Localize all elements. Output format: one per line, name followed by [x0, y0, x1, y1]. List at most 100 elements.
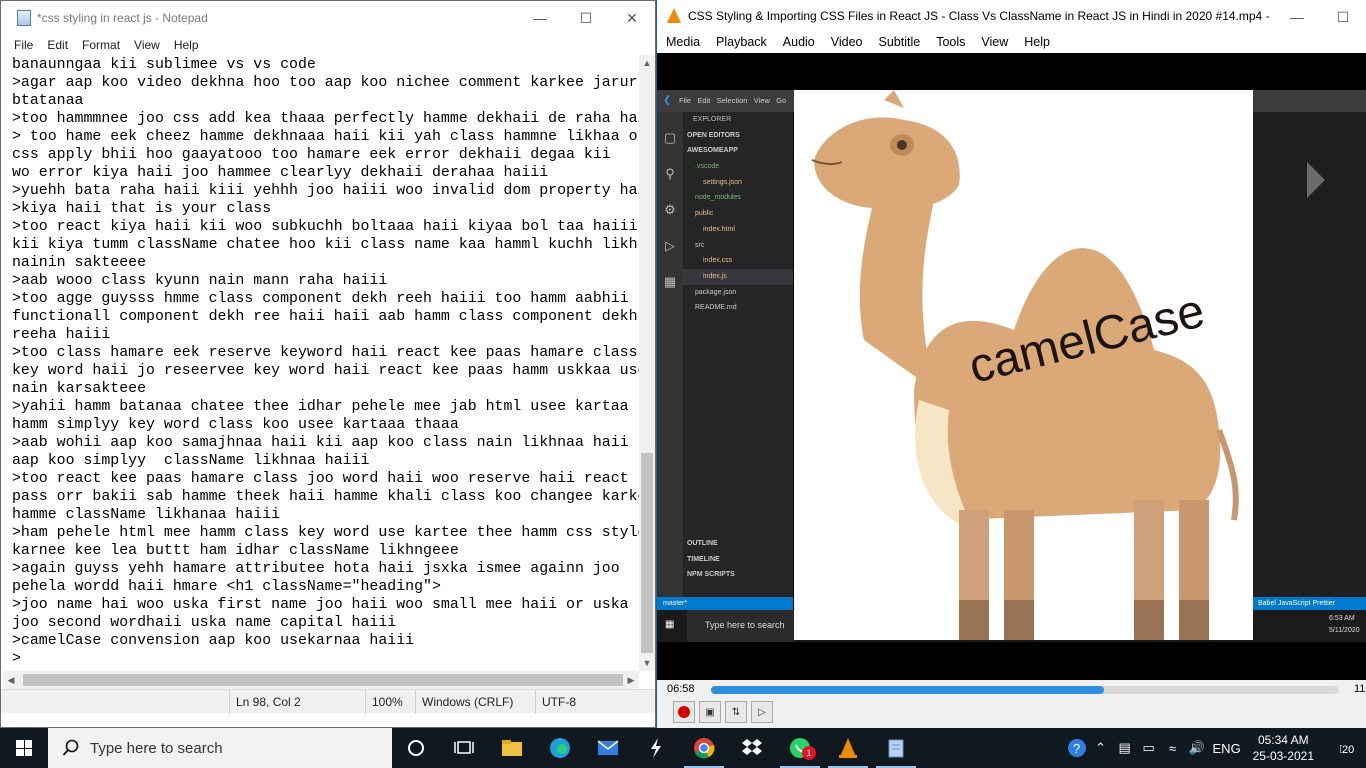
taskbar-search-box[interactable]: Type here to search — [48, 728, 392, 768]
taskbar-file-explorer[interactable] — [488, 728, 536, 768]
vscode-logo-icon: ❮ — [663, 95, 672, 106]
taskbar-vlc[interactable] — [824, 728, 872, 768]
volume-icon: 🔊 — [1188, 740, 1205, 755]
vscode-explorer: EXPLORER OPEN EDITORS AWESOMEAPP .vscode… — [683, 112, 793, 635]
vlc-menu-video[interactable]: Video — [823, 31, 871, 53]
horizontal-scroll-thumb[interactable] — [23, 674, 623, 686]
chevron-up-icon: ⌃ — [1095, 740, 1107, 755]
menu-edit[interactable]: Edit — [40, 35, 75, 55]
line-ending: Windows (CRLF) — [415, 690, 535, 714]
explorer-item: .vscode — [695, 163, 720, 171]
explorer-header: EXPLORER — [693, 116, 732, 123]
taskbar-mail[interactable] — [584, 728, 632, 768]
menu-file[interactable]: File — [1, 35, 40, 55]
action-center-button[interactable]: □ 20 — [1322, 728, 1366, 768]
inner-clock-time: 6:53 AM — [1329, 615, 1355, 622]
horizontal-scrollbar[interactable]: ◀ ▶ — [3, 671, 639, 689]
vscode-activity-bar: ▢ ⚲ ⚙ ▷ ▦ — [657, 112, 683, 635]
system-tray: ? ⌃ ▤ ▭ ≈ 🔊 ENG 05:34 AM 25-03-2021 □ 20 — [1065, 728, 1366, 768]
taskbar-chrome[interactable] — [680, 728, 728, 768]
seek-bar[interactable] — [711, 686, 1339, 694]
taskbar-clock[interactable]: 05:34 AM 25-03-2021 — [1245, 732, 1322, 764]
vlc-titlebar[interactable]: CSS Styling & Importing CSS Files in Rea… — [657, 0, 1366, 31]
snapshot-button[interactable]: ▣ — [699, 701, 721, 723]
zoom-level: 100% — [365, 690, 415, 714]
tray-network-button[interactable]: ≈ — [1161, 728, 1185, 768]
mail-icon — [597, 740, 619, 755]
language-indicator[interactable]: ENG — [1209, 728, 1245, 768]
tray-volume-button[interactable]: 🔊 — [1185, 728, 1209, 768]
task-view-button[interactable] — [440, 728, 488, 768]
loop-ab-button[interactable]: ⇅ — [725, 701, 747, 723]
vlc-menu-audio[interactable]: Audio — [775, 31, 823, 53]
notepad-titlebar[interactable]: *css styling in react js - Notepad — ☐ ✕ — [1, 1, 655, 35]
close-button[interactable]: ✕ — [609, 1, 655, 35]
vscode-activity-icons: ▢ ⚲ ⚙ ▷ ▦ — [663, 130, 677, 289]
vlc-menu-view[interactable]: View — [973, 31, 1016, 53]
vertical-scrollbar[interactable]: ▲ ▼ — [639, 55, 655, 671]
notepad-title: *css styling in react js - Notepad — [37, 11, 208, 25]
vlc-menu-playback[interactable]: Playback — [708, 31, 775, 53]
cortana-button[interactable] — [392, 728, 440, 768]
scroll-up-icon[interactable]: ▲ — [639, 55, 655, 71]
notepad-content[interactable]: banaunngaa kii sublimee vs vs code >agar… — [3, 55, 639, 668]
minimize-button[interactable]: — — [517, 1, 563, 35]
video-area[interactable]: ❮ File Edit Selection View Go ▢ ⚲ ⚙ ▷ ▦ EXPL… — [657, 53, 1366, 680]
vlc-menu-subtitle[interactable]: Subtitle — [871, 31, 929, 53]
windows-logo-icon — [16, 740, 32, 756]
notepad-window: *css styling in react js - Notepad — ☐ ✕… — [0, 0, 656, 728]
start-button[interactable] — [0, 728, 48, 768]
notepad-statusbar: Ln 98, Col 2 100% Windows (CRLF) UTF-8 — [1, 689, 655, 714]
taskbar-app[interactable] — [632, 728, 680, 768]
vs-menu-edit: Edit — [697, 96, 711, 105]
menu-view[interactable]: View — [127, 35, 167, 55]
notepad-menubar: File Edit Format View Help — [1, 35, 655, 55]
panel-outline: OUTLINE — [687, 539, 718, 547]
tray-overflow-button[interactable]: ⌃ — [1089, 728, 1113, 768]
lightning-icon — [651, 738, 661, 758]
inner-clock-date: 5/11/2020 — [1329, 627, 1360, 634]
vlc-menubar: Media Playback Audio Video Subtitle Tool… — [657, 31, 1366, 53]
taskbar-edge[interactable] — [536, 728, 584, 768]
scroll-down-icon[interactable]: ▼ — [639, 655, 655, 671]
panel-npm-scripts: NPM SCRIPTS — [687, 571, 735, 579]
scroll-right-icon[interactable]: ▶ — [623, 671, 639, 689]
vlc-menu-media[interactable]: Media — [657, 31, 708, 53]
notepad-text-area[interactable]: banaunngaa kii sublimee vs vs code >agar… — [3, 55, 639, 671]
taskbar-dropbox[interactable] — [728, 728, 776, 768]
vlc-window: CSS Styling & Importing CSS Files in Rea… — [657, 0, 1366, 728]
battery-icon: ▭ — [1142, 740, 1155, 755]
explorer-item: settings.json — [703, 178, 742, 186]
tray-battery-button[interactable]: ▭ — [1137, 728, 1161, 768]
taskbar-whatsapp[interactable]: 1 — [776, 728, 824, 768]
maximize-button[interactable]: ☐ — [563, 1, 609, 35]
explorer-item: README.md — [695, 304, 737, 312]
vlc-menu-tools[interactable]: Tools — [928, 31, 973, 53]
vscode-statusbar-left: master* — [657, 597, 793, 610]
vscode-editor-pane — [1252, 112, 1366, 622]
menu-format[interactable]: Format — [75, 35, 127, 55]
vlc-icon — [839, 738, 857, 758]
tray-device-button[interactable]: ▤ — [1113, 728, 1137, 768]
frame-step-button[interactable]: ▷ — [751, 701, 773, 723]
vlc-cone-icon — [667, 8, 681, 23]
tray-help-button[interactable]: ? — [1065, 728, 1089, 768]
scroll-left-icon[interactable]: ◀ — [3, 671, 19, 689]
notification-count: 20 — [1342, 744, 1355, 756]
search-icon — [62, 739, 79, 756]
explorer-item: src — [695, 241, 705, 249]
vlc-minimize-button[interactable]: — — [1274, 0, 1320, 34]
camel-illustration: camelCase — [794, 90, 1253, 640]
explorer-item: index.js — [683, 268, 793, 285]
clock-time: 05:34 AM — [1257, 733, 1309, 747]
device-icon: ▤ — [1118, 740, 1131, 755]
cortana-icon — [408, 740, 424, 756]
vertical-scroll-thumb[interactable] — [641, 453, 653, 653]
taskbar-notepad[interactable] — [872, 728, 920, 768]
vlc-menu-help[interactable]: Help — [1016, 31, 1058, 53]
record-button[interactable] — [673, 701, 695, 723]
menu-help[interactable]: Help — [167, 35, 206, 55]
help-icon: ? — [1067, 739, 1086, 757]
dropbox-icon — [742, 739, 762, 755]
vlc-maximize-button[interactable]: ☐ — [1320, 0, 1366, 34]
